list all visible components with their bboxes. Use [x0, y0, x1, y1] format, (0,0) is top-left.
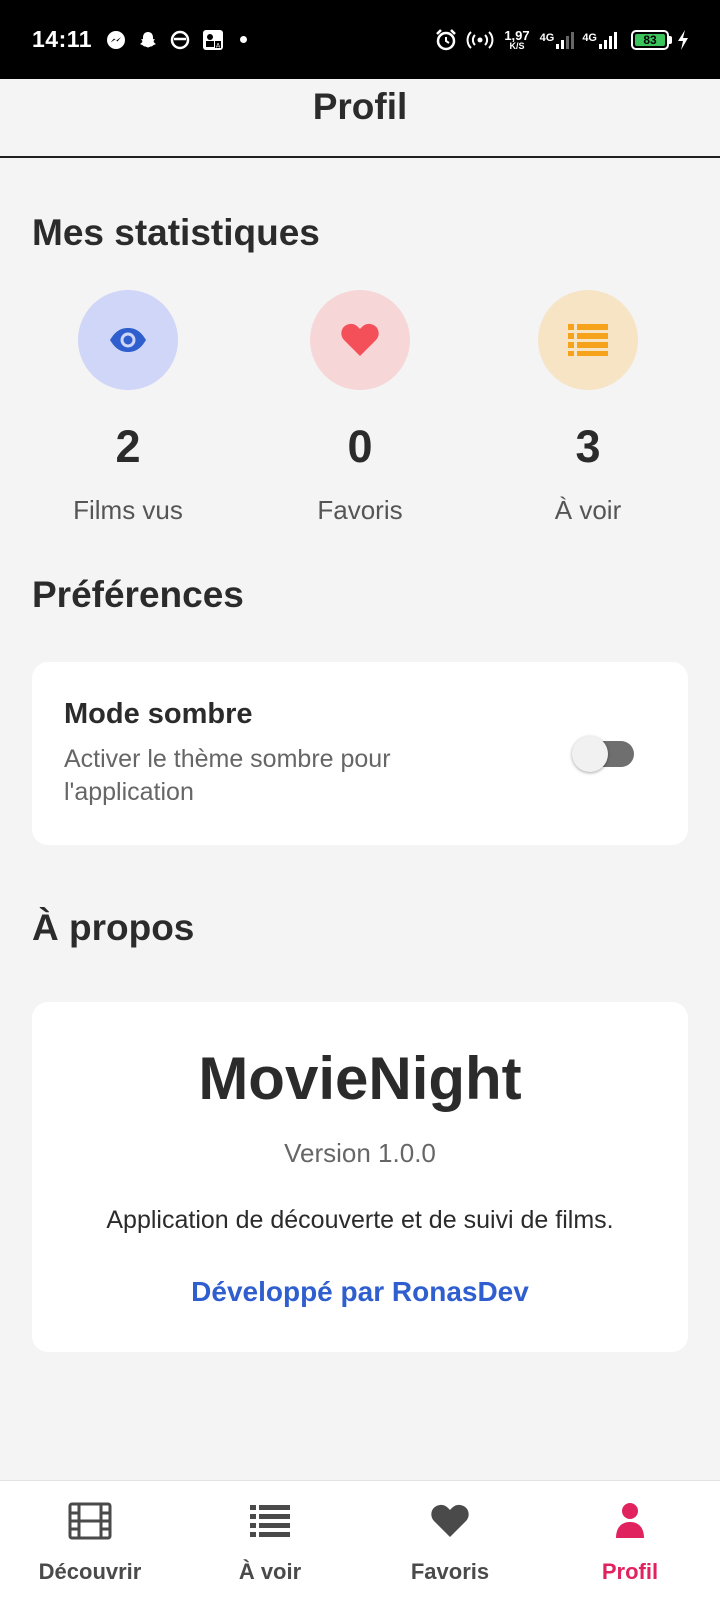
stat-favorites: 0 Favoris — [260, 290, 460, 526]
eye-icon — [78, 290, 178, 390]
stat-label: Favoris — [317, 495, 403, 525]
ring-icon — [170, 30, 190, 50]
alarm-icon — [434, 28, 458, 52]
preferences-section-title: Préférences — [32, 574, 244, 615]
hotspot-icon — [466, 28, 494, 52]
nav-item-favoris[interactable]: Favoris — [360, 1481, 540, 1600]
nav-item-decouvrir[interactable]: Découvrir — [0, 1481, 180, 1600]
signal-icon: 4G — [540, 31, 575, 49]
stat-value: 2 — [115, 421, 141, 472]
status-time: 14:11 — [32, 26, 93, 52]
list-icon — [538, 290, 638, 390]
battery-icon: 83 — [631, 29, 672, 50]
page-title: Profil — [312, 86, 408, 127]
snapchat-icon — [138, 30, 158, 50]
stat-value: 3 — [575, 421, 601, 472]
status-bar: 14:11 A 1,97 K/S 4G 4G 83 — [0, 0, 720, 79]
film-icon — [68, 1501, 112, 1541]
heart-icon — [310, 290, 410, 390]
app-version: Version 1.0.0 — [284, 1138, 436, 1168]
app-name: MovieNight — [198, 1045, 522, 1112]
stats-section-title: Mes statistiques — [32, 212, 320, 253]
nav-item-a-voir[interactable]: À voir — [180, 1481, 360, 1600]
bottom-nav: Découvrir À voir Favoris Profil — [0, 1480, 720, 1600]
network-speed: 1,97 K/S — [504, 27, 530, 51]
signal-icon-2: 4G — [582, 31, 617, 49]
nav-label: À voir — [238, 1559, 302, 1584]
heart-icon — [429, 1501, 471, 1541]
stat-to-watch: 3 À voir — [488, 290, 688, 526]
stat-label: Films vus — [73, 495, 183, 525]
list-icon — [249, 1501, 291, 1541]
about-section-title: À propos — [32, 907, 195, 948]
about-card: MovieNight Version 1.0.0 Application de … — [32, 1002, 688, 1352]
app-icon: A — [202, 29, 224, 51]
dark-mode-description: Activer le thème sombre pour l'applicati… — [64, 745, 391, 806]
person-icon — [614, 1501, 646, 1541]
app-description: Application de découverte et de suivi de… — [106, 1206, 614, 1234]
app-header: Profil — [0, 79, 720, 158]
dark-mode-title: Mode sombre — [64, 698, 253, 730]
nav-label: Favoris — [410, 1559, 490, 1584]
developer-link[interactable]: Développé par RonasDev — [191, 1276, 529, 1308]
stat-watched: 2 Films vus — [28, 290, 228, 526]
nav-label: Découvrir — [38, 1559, 142, 1584]
stat-value: 0 — [347, 421, 373, 472]
charging-icon — [676, 29, 690, 51]
dot-icon — [240, 36, 248, 43]
stats-row: 2 Films vus 0 Favoris 3 À voir — [0, 290, 720, 530]
dark-mode-toggle[interactable] — [572, 736, 634, 772]
stat-label: À voir — [554, 495, 622, 525]
messenger-icon — [106, 30, 126, 50]
nav-item-profil[interactable]: Profil — [540, 1481, 720, 1600]
nav-label: Profil — [601, 1559, 659, 1584]
dark-mode-card: Mode sombre Activer le thème sombre pour… — [32, 662, 688, 845]
